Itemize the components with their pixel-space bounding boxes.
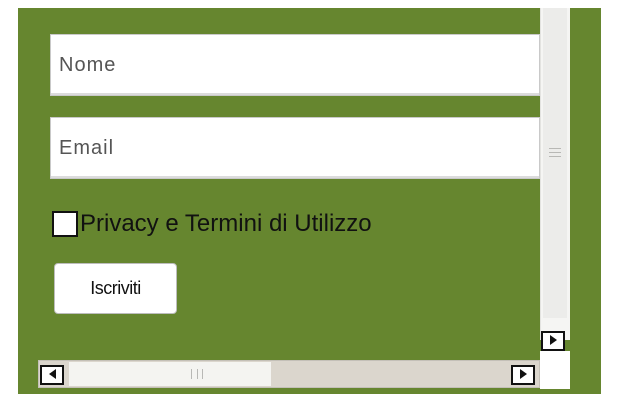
arrow-left-icon <box>49 369 56 379</box>
horizontal-scroll-thumb[interactable] <box>69 362 271 386</box>
name-field[interactable] <box>50 34 540 96</box>
arrow-right-icon <box>520 369 527 379</box>
privacy-consent-row[interactable]: Privacy e Termini di Utilizzo <box>52 209 372 239</box>
privacy-label[interactable]: Privacy e Termini di Utilizzo <box>80 210 372 238</box>
scrollbar-corner <box>540 351 570 389</box>
arrow-right-icon <box>550 335 557 345</box>
privacy-checkbox[interactable] <box>52 211 78 237</box>
grip-lines-icon <box>191 369 203 379</box>
vertical-scroll-thumb[interactable] <box>543 8 567 318</box>
scroll-left-button[interactable] <box>40 365 64 385</box>
scroll-right-button[interactable] <box>541 331 565 351</box>
email-field[interactable] <box>50 117 540 179</box>
scroll-right-button[interactable] <box>511 365 535 385</box>
vertical-scrollbar[interactable] <box>540 8 570 340</box>
grip-lines-icon <box>549 148 561 158</box>
email-input[interactable] <box>51 118 539 178</box>
name-input[interactable] <box>51 35 539 95</box>
subscribe-button[interactable]: Iscriviti <box>54 263 177 314</box>
signup-form-panel: Privacy e Termini di Utilizzo Iscriviti <box>18 8 601 394</box>
horizontal-scrollbar[interactable] <box>38 360 540 388</box>
